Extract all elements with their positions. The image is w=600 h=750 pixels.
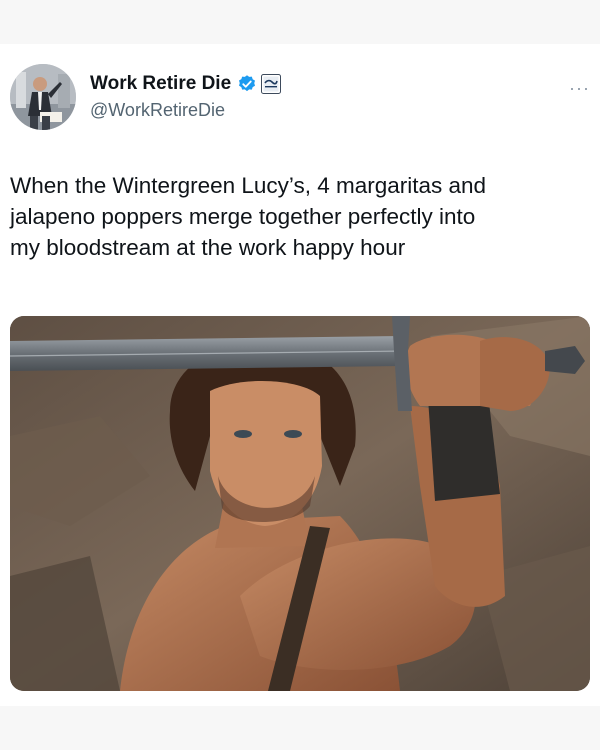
tweet-header: Work Retire Die @WorkRetireDie ··· — [10, 64, 590, 134]
more-options-icon[interactable]: ··· — [569, 78, 590, 99]
tweet-card: Work Retire Die @WorkRetireDie ··· When … — [0, 44, 600, 706]
warrior-with-sword-photo — [10, 316, 590, 691]
display-name[interactable]: Work Retire Die — [90, 73, 231, 95]
tweet-media[interactable] — [10, 316, 590, 691]
affiliate-badge-icon[interactable] — [261, 74, 282, 94]
avatar-photo — [10, 64, 76, 130]
verified-badge-icon — [237, 74, 257, 94]
tweet-text: When the Wintergreen Lucy’s, 4 margarita… — [10, 173, 487, 260]
author-block: Work Retire Die @WorkRetireDie — [90, 72, 282, 121]
display-name-row: Work Retire Die — [90, 72, 282, 96]
avatar[interactable] — [10, 64, 76, 130]
handle[interactable]: @WorkRetireDie — [90, 100, 281, 121]
